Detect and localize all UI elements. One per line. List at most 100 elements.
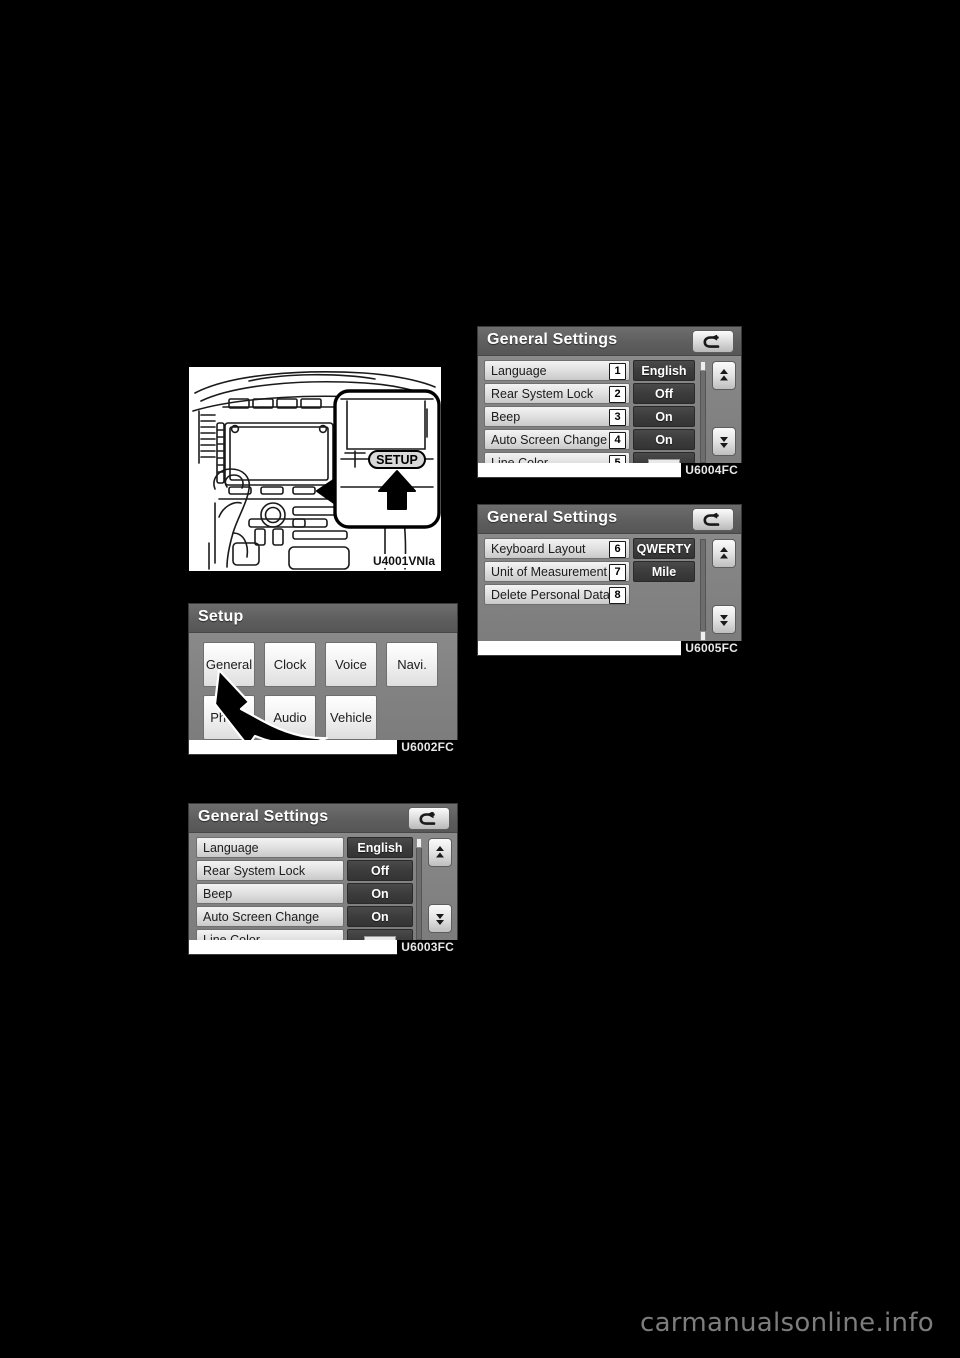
scroll-down-button[interactable] bbox=[428, 904, 452, 933]
general-settings-screen-page2: General Settings Keyboard Layout 6 QWERT… bbox=[477, 504, 742, 656]
scrollbar-thumb[interactable] bbox=[416, 838, 422, 848]
screen-title: General Settings bbox=[198, 808, 329, 825]
setting-value-keyboard-layout[interactable]: QWERTY bbox=[633, 538, 695, 559]
setting-value-rear-system-lock[interactable]: Off bbox=[633, 383, 695, 404]
back-button[interactable] bbox=[692, 508, 734, 531]
setup-button-audio[interactable]: Audio bbox=[264, 695, 316, 740]
callout-number-7: 7 bbox=[609, 564, 626, 581]
settings-row[interactable]: Unit of Measurement 7 Mile bbox=[484, 561, 701, 582]
screen-header: General Settings bbox=[478, 505, 741, 534]
scroll-up-button[interactable] bbox=[428, 838, 452, 867]
general-settings-page2-figure: General Settings Keyboard Layout 6 QWERT… bbox=[477, 504, 742, 657]
setting-label-rear-system-lock[interactable]: Rear System Lock 2 bbox=[484, 383, 630, 404]
scroll-down-icon bbox=[720, 614, 728, 626]
setup-button-general[interactable]: General bbox=[203, 642, 255, 687]
setting-label-text: Unit of Measurement bbox=[491, 564, 608, 579]
vertical-scrollbar[interactable] bbox=[416, 838, 422, 940]
setting-label-language[interactable]: Language 1 bbox=[484, 360, 630, 381]
return-arrow-icon bbox=[419, 811, 436, 825]
setting-value-unit-of-measurement[interactable]: Mile bbox=[633, 561, 695, 582]
scrollbar-thumb[interactable] bbox=[700, 361, 706, 371]
callout-number-6: 6 bbox=[609, 541, 626, 558]
setting-label-text: Keyboard Layout bbox=[491, 541, 586, 556]
setting-label-text: Beep bbox=[491, 409, 521, 424]
setting-value-language[interactable]: English bbox=[633, 360, 695, 381]
setting-label-rear-system-lock[interactable]: Rear System Lock bbox=[196, 860, 344, 881]
setup-button-vehicle[interactable]: Vehicle bbox=[325, 695, 377, 740]
settings-row[interactable]: Auto Screen Change On bbox=[196, 906, 417, 927]
vertical-scrollbar[interactable] bbox=[700, 361, 706, 463]
setup-button-navi[interactable]: Navi. bbox=[386, 642, 438, 687]
scroll-up-button[interactable] bbox=[712, 361, 736, 390]
setting-label-text: Auto Screen Change bbox=[491, 432, 608, 447]
site-watermark: carmanualsonline.info bbox=[639, 1308, 934, 1338]
scroll-down-icon bbox=[720, 436, 728, 448]
figure-label-general-settings-page2: U6005FC bbox=[681, 641, 742, 657]
setting-value-beep[interactable]: On bbox=[633, 406, 695, 427]
setup-button-voice[interactable]: Voice bbox=[325, 642, 377, 687]
setting-label-unit-of-measurement[interactable]: Unit of Measurement 7 bbox=[484, 561, 630, 582]
dashboard-line-art: SETUP bbox=[192, 371, 441, 570]
setup-hardkey-label: SETUP bbox=[376, 453, 418, 467]
general-settings-screen-page1: General Settings Language 1 English Rear… bbox=[477, 326, 742, 478]
setting-label-language[interactable]: Language bbox=[196, 837, 344, 858]
figure-label-setup-menu: U6002FC bbox=[397, 740, 458, 756]
setting-label-keyboard-layout[interactable]: Keyboard Layout 6 bbox=[484, 538, 630, 559]
scroll-down-button[interactable] bbox=[712, 427, 736, 456]
setup-screen: Setup General Clock Voice Navi. Phone Au… bbox=[188, 603, 458, 755]
setting-label-auto-screen-change[interactable]: Auto Screen Change 4 bbox=[484, 429, 630, 450]
screen-header: General Settings bbox=[478, 327, 741, 356]
settings-rows: Keyboard Layout 6 QWERTY Unit of Measure… bbox=[484, 538, 701, 607]
setting-value-delete-personal-data bbox=[633, 584, 695, 605]
setting-label-text: Language bbox=[491, 363, 547, 378]
settings-row[interactable]: Beep 3 On bbox=[484, 406, 701, 427]
settings-row[interactable]: Language English bbox=[196, 837, 417, 858]
figure-label-general-settings-plain: U6003FC bbox=[397, 940, 458, 956]
settings-rows: Language 1 English Rear System Lock 2 Of… bbox=[484, 360, 701, 475]
setting-label-beep[interactable]: Beep 3 bbox=[484, 406, 630, 427]
settings-row[interactable]: Beep On bbox=[196, 883, 417, 904]
setting-value-auto-screen-change[interactable]: On bbox=[633, 429, 695, 450]
return-arrow-icon bbox=[703, 512, 720, 526]
return-arrow-icon bbox=[703, 334, 720, 348]
general-settings-page1-figure: General Settings Language 1 English Rear… bbox=[477, 326, 742, 479]
scroll-down-button[interactable] bbox=[712, 605, 736, 634]
screen-title: General Settings bbox=[487, 509, 618, 526]
setting-value-language[interactable]: English bbox=[347, 837, 413, 858]
general-settings-screen-plain: General Settings Language English Rear S… bbox=[188, 803, 458, 955]
settings-row[interactable]: Rear System Lock Off bbox=[196, 860, 417, 881]
setup-button-clock[interactable]: Clock bbox=[264, 642, 316, 687]
settings-rows: Language English Rear System Lock Off Be… bbox=[196, 837, 417, 952]
setting-value-auto-screen-change[interactable]: On bbox=[347, 906, 413, 927]
settings-row[interactable]: Language 1 English bbox=[484, 360, 701, 381]
setting-label-auto-screen-change[interactable]: Auto Screen Change bbox=[196, 906, 344, 927]
screen-title: General Settings bbox=[487, 331, 618, 348]
setup-screen-header: Setup bbox=[189, 604, 457, 633]
setting-label-delete-personal-data[interactable]: Delete Personal Data 8 bbox=[484, 584, 630, 605]
scroll-up-button[interactable] bbox=[712, 539, 736, 568]
callout-number-8: 8 bbox=[609, 587, 626, 604]
screen-header: General Settings bbox=[189, 804, 457, 833]
settings-row[interactable]: Delete Personal Data 8 bbox=[484, 584, 701, 605]
setup-button-phone[interactable]: Phone bbox=[203, 695, 255, 740]
setting-value-beep[interactable]: On bbox=[347, 883, 413, 904]
figure-label-general-settings-page1: U6004FC bbox=[681, 463, 742, 479]
setup-callout-bubble: SETUP bbox=[333, 389, 441, 529]
settings-row[interactable]: Keyboard Layout 6 QWERTY bbox=[484, 538, 701, 559]
setting-value-rear-system-lock[interactable]: Off bbox=[347, 860, 413, 881]
settings-row[interactable]: Rear System Lock 2 Off bbox=[484, 383, 701, 404]
setting-label-beep[interactable]: Beep bbox=[196, 883, 344, 904]
setup-menu-figure: Setup General Clock Voice Navi. Phone Au… bbox=[188, 603, 458, 756]
vertical-scrollbar[interactable] bbox=[700, 539, 706, 641]
settings-row[interactable]: Auto Screen Change 4 On bbox=[484, 429, 701, 450]
callout-number-3: 3 bbox=[609, 409, 626, 426]
scroll-down-icon bbox=[436, 913, 444, 925]
back-button[interactable] bbox=[692, 330, 734, 353]
general-settings-plain-figure: General Settings Language English Rear S… bbox=[188, 803, 458, 956]
back-button[interactable] bbox=[408, 807, 450, 830]
scroll-up-icon bbox=[436, 845, 444, 857]
dashboard-illustration-figure: SETUP U4001VNIa bbox=[187, 365, 443, 573]
setup-screen-title: Setup bbox=[198, 608, 244, 625]
manual-page: SETUP U4001VNIa Setup General Clock Voic… bbox=[0, 0, 960, 1358]
scroll-up-icon bbox=[720, 546, 728, 558]
